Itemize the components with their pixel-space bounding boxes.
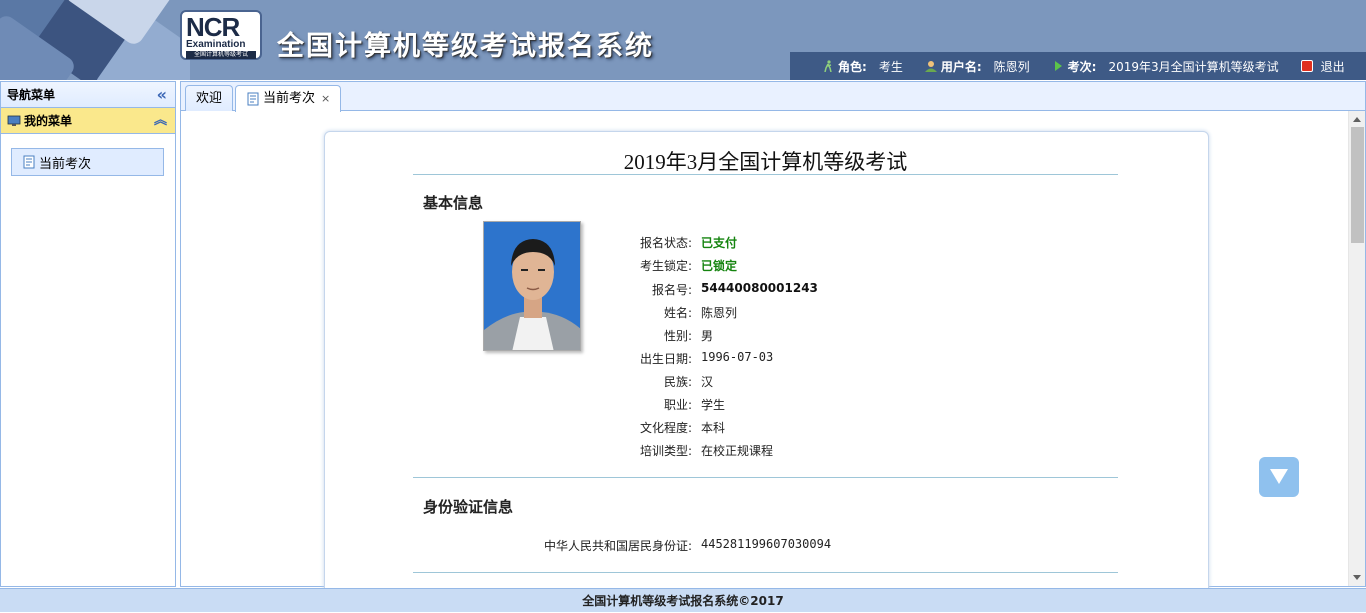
- field-label: 民族:: [663, 375, 692, 389]
- menu-section-header[interactable]: 我的菜单 ︽: [1, 108, 175, 134]
- field-label: 中华人民共和国居民身份证:: [543, 539, 692, 553]
- logo-text: NCR: [186, 12, 240, 42]
- ncre-logo: NCR Examination 全国计算机等级考试: [180, 10, 262, 60]
- logout-button[interactable]: 退出: [1300, 58, 1345, 75]
- user-value: 陈恩列: [993, 59, 1030, 74]
- field-value: 学生: [701, 398, 726, 412]
- scroll-down-button[interactable]: [1259, 457, 1299, 497]
- field-value: 本科: [701, 421, 726, 435]
- field-label: 报名号:: [651, 283, 692, 297]
- sidebar-title: 导航菜单: [7, 88, 56, 102]
- user-info: 用户名: 陈恩列: [924, 58, 1030, 75]
- tab-welcome[interactable]: 欢迎: [185, 85, 234, 111]
- field-value: 445281199607030094: [701, 537, 832, 551]
- user-icon: [924, 61, 937, 72]
- exam-info: 考次: 2019年3月全国计算机等级考试: [1052, 58, 1279, 75]
- role-label: 角色:: [838, 59, 867, 74]
- field-label: 文化程度:: [639, 421, 692, 435]
- field-value: 汉: [701, 375, 714, 389]
- collapse-left-icon[interactable]: «: [157, 82, 167, 108]
- system-title: 全国计算机等级考试报名系统: [277, 31, 654, 61]
- id-verification-title: 身份验证信息: [423, 500, 514, 516]
- chevron-up-icon[interactable]: ︽: [154, 108, 167, 134]
- field-label: 培训类型:: [639, 444, 692, 458]
- page-footer: 全国计算机等级考试报名系统©2017: [0, 588, 1366, 612]
- scroll-up-arrow-icon[interactable]: [1353, 117, 1361, 122]
- user-label: 用户名:: [940, 59, 982, 74]
- main-panel: 欢迎 当前考次 × 2019年3月全国计算机等级考试 基本信息 报名状态: 已支…: [180, 81, 1366, 601]
- user-info-bar: 角色: 考生 用户名: 陈恩列 考次: 2019年3月全国计算机等级考试 退出: [790, 52, 1366, 80]
- divider: [413, 572, 1118, 573]
- exam-label: 考次:: [1067, 59, 1097, 74]
- logo-subtitle: Examination: [186, 39, 246, 50]
- exam-title: 2019年3月全国计算机等级考试: [623, 150, 908, 174]
- exam-value: 2019年3月全国计算机等级考试: [1108, 59, 1279, 74]
- basic-info-title: 基本信息: [423, 196, 484, 212]
- tab-label: 当前考次: [263, 91, 316, 106]
- field-value: 在校正规课程: [701, 444, 774, 458]
- document-icon: [247, 92, 259, 106]
- play-arrow-icon: [1054, 61, 1062, 71]
- sidebar-header: 导航菜单 «: [1, 82, 175, 108]
- field-label: 职业:: [663, 398, 692, 412]
- field-label: 出生日期:: [639, 352, 692, 366]
- logout-label: 退出: [1320, 59, 1345, 74]
- menu-section-title: 我的菜单: [24, 113, 73, 128]
- close-icon[interactable]: ×: [321, 87, 330, 111]
- divider: [413, 477, 1118, 478]
- vertical-scrollbar[interactable]: [1348, 111, 1365, 586]
- monitor-icon: [7, 115, 21, 126]
- document-icon: [23, 155, 35, 169]
- exam-info-card: 2019年3月全国计算机等级考试 基本信息 报名状态: 已支付 考生锁定: 已锁…: [324, 131, 1209, 601]
- tab-label: 欢迎: [196, 90, 223, 106]
- scrollbar-thumb[interactable]: [1351, 127, 1364, 243]
- field-label: 报名状态:: [639, 236, 692, 250]
- sidebar-item-label: 当前考次: [39, 156, 92, 172]
- field-label: 性别:: [663, 329, 692, 343]
- field-value: 54440080001243: [701, 281, 818, 295]
- header-decoration: [0, 0, 190, 80]
- status-badge: 已支付: [701, 236, 738, 250]
- lock-badge: 已锁定: [701, 259, 738, 273]
- field-value: 陈恩列: [701, 306, 738, 320]
- role-info: 角色: 考生: [822, 58, 903, 75]
- sidebar-item-current-exam[interactable]: 当前考次: [11, 148, 164, 176]
- navigation-sidebar: 导航菜单 « 我的菜单 ︽ 当前考次: [0, 81, 176, 587]
- field-label: 姓名:: [663, 306, 692, 320]
- tab-current-exam[interactable]: 当前考次 ×: [235, 85, 342, 112]
- field-value: 1996-07-03: [701, 350, 774, 364]
- scroll-down-arrow-icon[interactable]: [1353, 575, 1361, 580]
- tab-bar: 欢迎 当前考次 ×: [181, 82, 1365, 112]
- role-value: 考生: [878, 59, 903, 74]
- logo-tagline: 全国计算机等级考试: [186, 51, 256, 59]
- field-value: 男: [701, 329, 714, 343]
- app-header: NCR Examination 全国计算机等级考试 全国计算机等级考试报名系统 …: [0, 0, 1366, 80]
- power-icon: [1300, 60, 1313, 72]
- divider: [413, 174, 1118, 175]
- field-label: 考生锁定:: [639, 259, 692, 273]
- person-walking-icon: [824, 60, 832, 72]
